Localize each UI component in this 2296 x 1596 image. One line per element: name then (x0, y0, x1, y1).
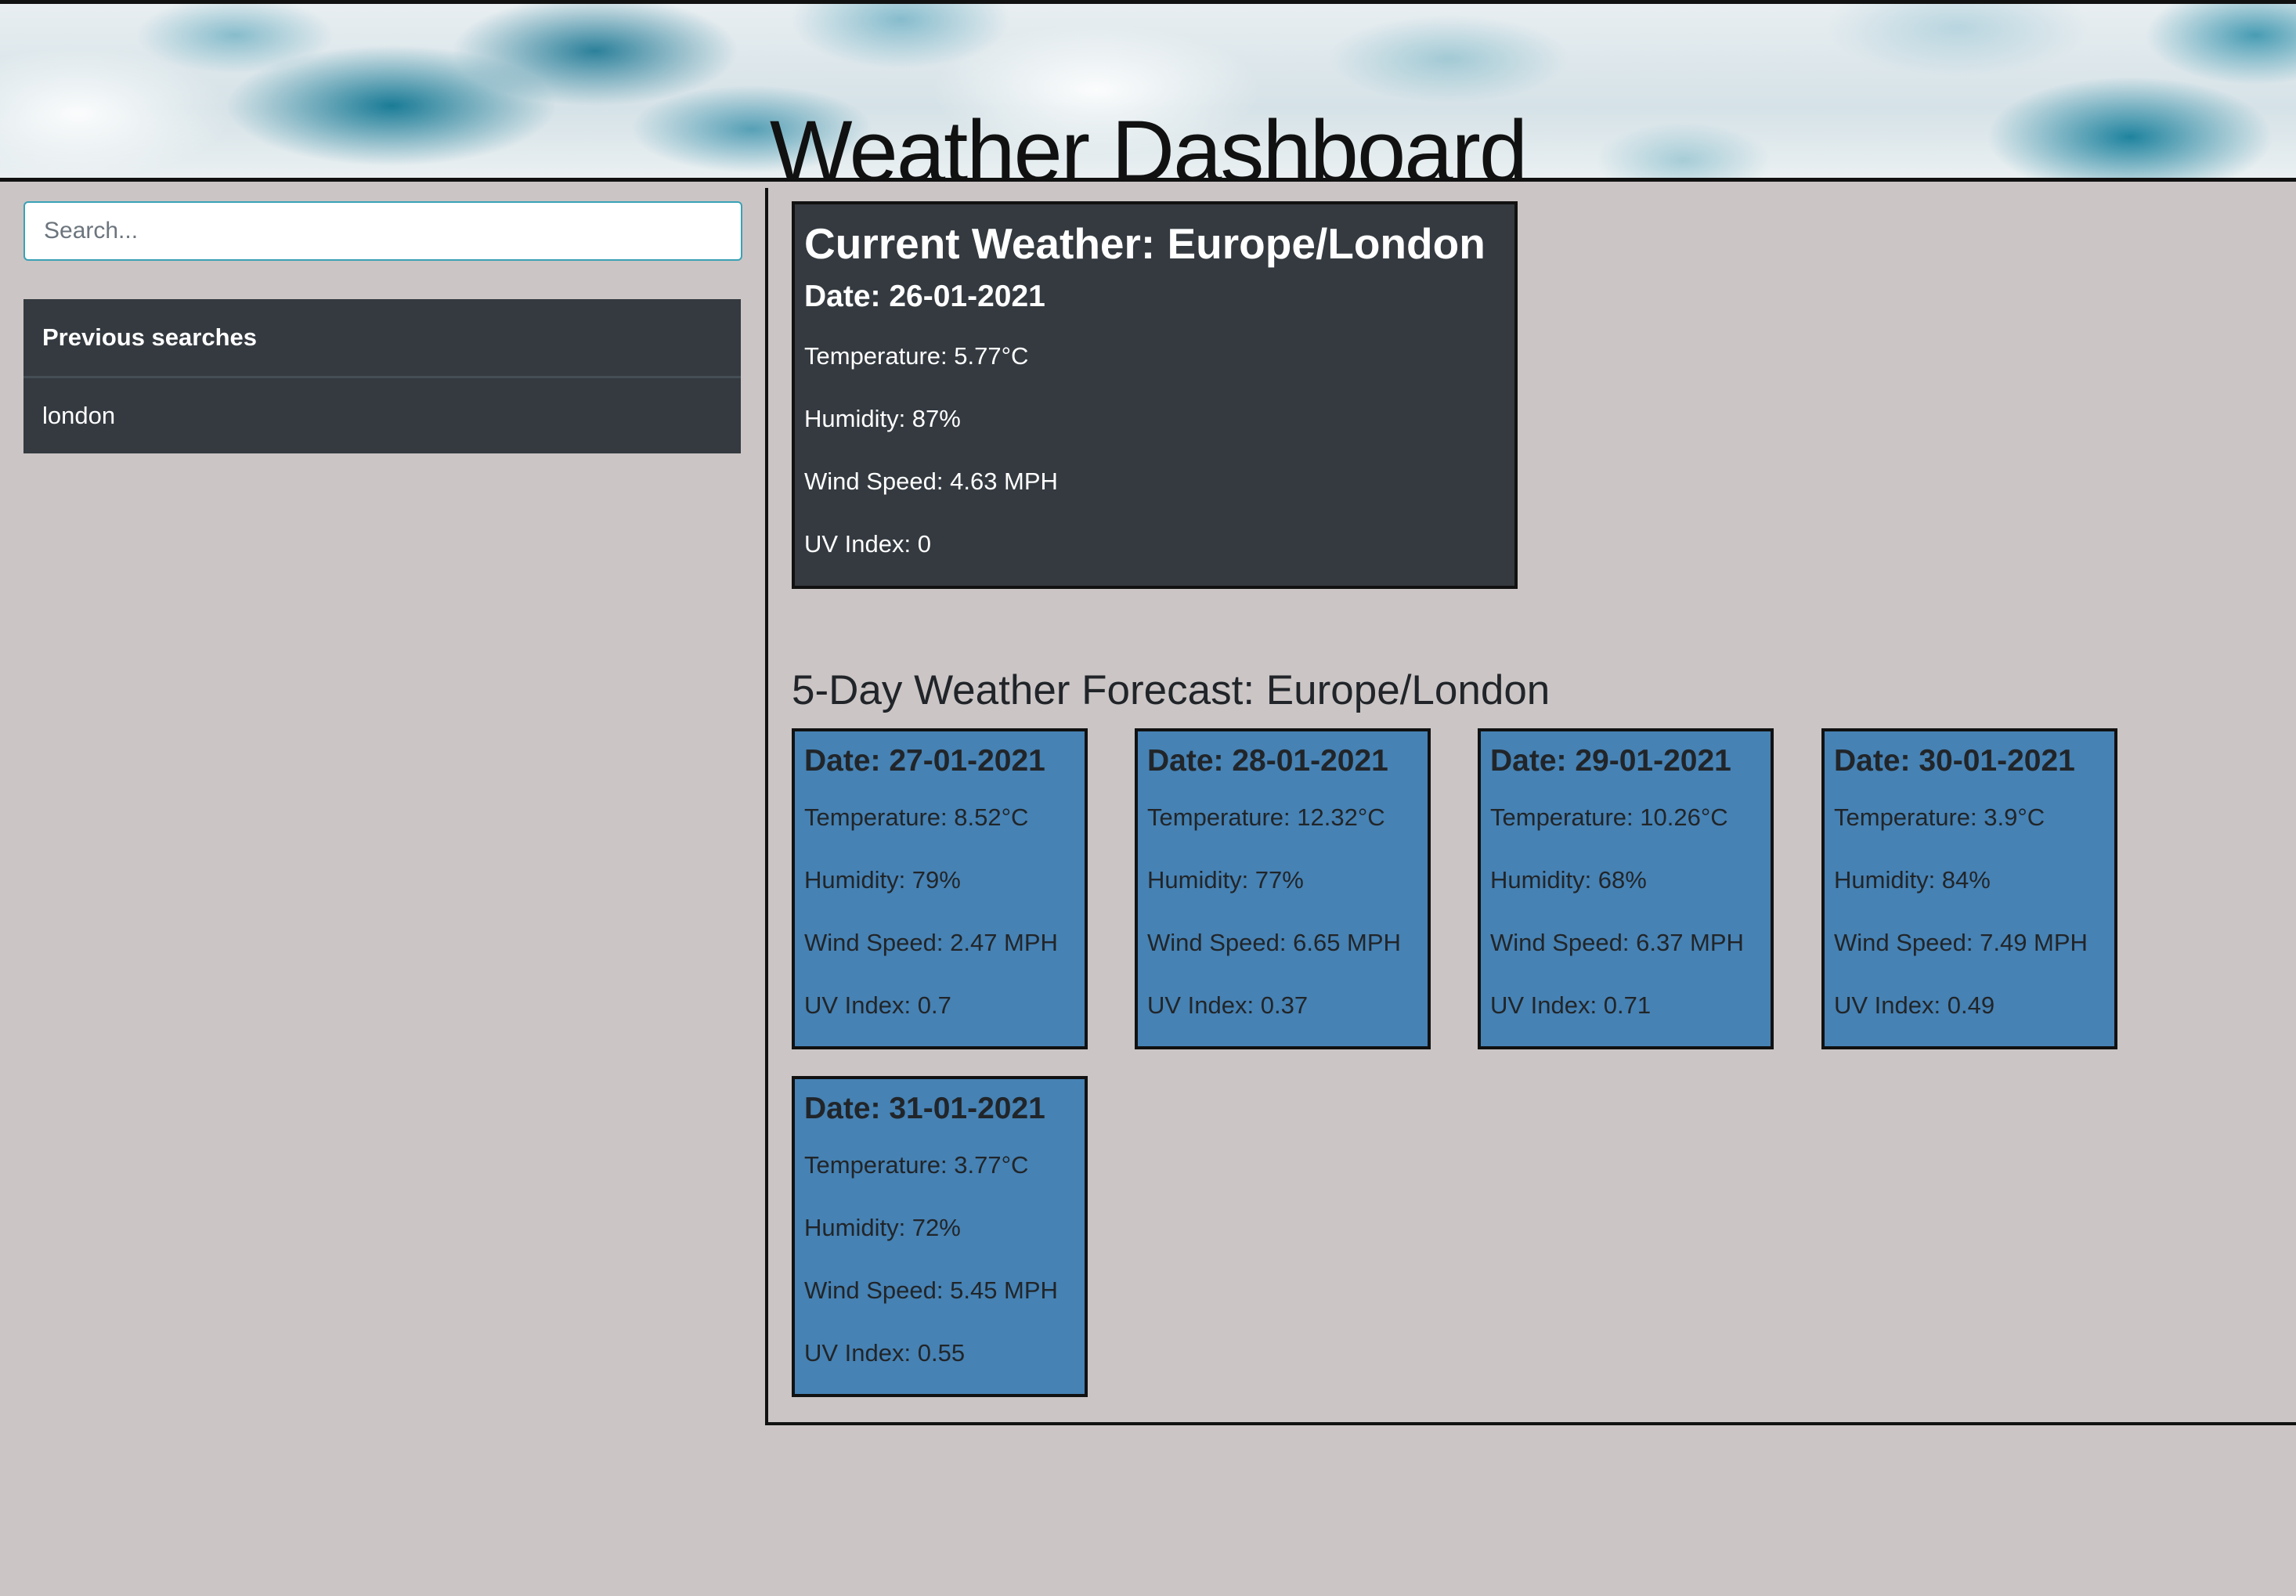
page-title: Weather Dashboard (769, 103, 1528, 182)
forecast-uv-index: UV Index: 0.49 (1834, 991, 1995, 1019)
forecast-temperature: Temperature: 3.77°C (804, 1151, 1029, 1179)
forecast-humidity: Humidity: 84% (1834, 866, 1991, 894)
forecast-wind-speed: Wind Speed: 7.49 MPH (1834, 929, 2088, 956)
forecast-temperature: Temperature: 12.32°C (1147, 803, 1385, 831)
forecast-humidity: Humidity: 68% (1490, 866, 1647, 894)
forecast-uv-index: UV Index: 0.7 (804, 991, 951, 1019)
search-input[interactable] (23, 201, 742, 261)
forecast-wind-speed: Wind Speed: 2.47 MPH (804, 929, 1058, 956)
forecast-date: Date: 28-01-2021 (1147, 744, 1388, 778)
current-weather-title: Current Weather: Europe/London (804, 219, 1486, 268)
forecast-wind-speed: Wind Speed: 6.65 MPH (1147, 929, 1401, 956)
forecast-temperature: Temperature: 10.26°C (1490, 803, 1728, 831)
previous-search-item[interactable]: london (23, 378, 741, 453)
current-wind-speed: Wind Speed: 4.63 MPH (804, 468, 1058, 495)
current-humidity: Humidity: 87% (804, 405, 961, 432)
forecast-uv-index: UV Index: 0.55 (804, 1339, 966, 1367)
forecast-uv-index: UV Index: 0.71 (1490, 991, 1652, 1019)
forecast-humidity: Humidity: 79% (804, 866, 961, 894)
page: Weather Dashboard Previous searches lond… (0, 0, 2296, 1596)
current-date: Date: 26-01-2021 (804, 280, 1045, 313)
forecast-wind-speed: Wind Speed: 6.37 MPH (1490, 929, 1744, 956)
forecast-card: Date: 27-01-2021 Temperature: 8.52°C Hum… (792, 728, 1088, 1049)
previous-searches-header: Previous searches (23, 299, 741, 378)
forecast-card: Date: 28-01-2021 Temperature: 12.32°C Hu… (1135, 728, 1431, 1049)
forecast-date: Date: 30-01-2021 (1834, 744, 2075, 778)
forecast-date: Date: 29-01-2021 (1490, 744, 1731, 778)
forecast-date: Date: 27-01-2021 (804, 744, 1045, 778)
forecast-humidity: Humidity: 72% (804, 1214, 961, 1241)
forecast-card: Date: 31-01-2021 Temperature: 3.77°C Hum… (792, 1076, 1088, 1397)
current-temperature: Temperature: 5.77°C (804, 342, 1029, 370)
current-uv-index: UV Index: 0 (804, 530, 931, 558)
forecast-card: Date: 29-01-2021 Temperature: 10.26°C Hu… (1478, 728, 1774, 1049)
page-header: Weather Dashboard (0, 0, 2296, 182)
forecast-date: Date: 31-01-2021 (804, 1092, 1045, 1125)
previous-searches-list: Previous searches london (23, 299, 741, 453)
forecast-uv-index: UV Index: 0.37 (1147, 991, 1309, 1019)
forecast-temperature: Temperature: 8.52°C (804, 803, 1029, 831)
forecast-title: 5-Day Weather Forecast: Europe/London (792, 667, 1551, 713)
forecast-card: Date: 30-01-2021 Temperature: 3.9°C Humi… (1821, 728, 2117, 1049)
current-weather-card: Current Weather: Europe/London Date: 26-… (792, 201, 1518, 589)
forecast-temperature: Temperature: 3.9°C (1834, 803, 2045, 831)
forecast-humidity: Humidity: 77% (1147, 866, 1304, 894)
forecast-wind-speed: Wind Speed: 5.45 MPH (804, 1276, 1058, 1304)
